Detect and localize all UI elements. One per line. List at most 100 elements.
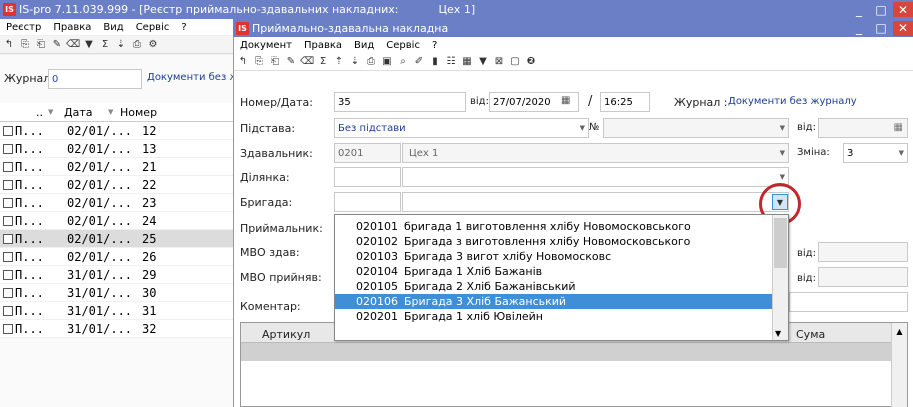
- menu-view[interactable]: Вид: [348, 40, 380, 51]
- calc-icon[interactable]: Σ: [316, 55, 330, 69]
- menu-help[interactable]: ?: [426, 40, 443, 51]
- table-row[interactable]: П... 31/01/... 31: [0, 302, 233, 320]
- checkbox[interactable]: [3, 323, 13, 334]
- save-icon[interactable]: ▣: [380, 55, 394, 69]
- checkbox[interactable]: [3, 143, 13, 154]
- dropdown-scrollbar[interactable]: ▼: [772, 215, 788, 340]
- number-field[interactable]: 35: [334, 92, 466, 112]
- edit-doc-icon[interactable]: ✎: [50, 38, 64, 52]
- brigade-option[interactable]: 020103 Бригада 3 вигот хлібу Новомосковс: [335, 249, 772, 264]
- table-row[interactable]: П... 02/01/... 26: [0, 248, 233, 266]
- dropdown-scroll-thumb[interactable]: [774, 218, 787, 268]
- calendar-icon[interactable]: ▦: [561, 95, 570, 106]
- inner-minimize-button[interactable]: _: [849, 21, 869, 36]
- checkbox[interactable]: [3, 305, 13, 316]
- sender-name-select[interactable]: Цех 1 ▼: [402, 143, 789, 163]
- section-code-field[interactable]: [334, 167, 401, 187]
- checkbox[interactable]: [3, 287, 13, 298]
- sender-code-field[interactable]: 0201: [334, 143, 401, 163]
- print-icon[interactable]: ⎙: [130, 38, 144, 52]
- checkbox[interactable]: [3, 215, 13, 226]
- menu-view[interactable]: Вид: [97, 22, 129, 33]
- copy-doc-icon[interactable]: ⎗: [34, 38, 48, 52]
- checkbox[interactable]: [3, 197, 13, 208]
- menu-service[interactable]: Сервіс: [130, 22, 176, 33]
- col-article-header[interactable]: Артикул: [262, 328, 310, 341]
- window-icon[interactable]: ▢: [508, 55, 522, 69]
- brigade-option[interactable]: 020104 Бригада 1 Хліб Бажанів: [335, 264, 772, 279]
- tree-icon[interactable]: ☷: [444, 55, 458, 69]
- menu-edit[interactable]: Правка: [298, 40, 348, 51]
- calendar-icon[interactable]: ▦: [894, 122, 903, 133]
- brigade-option[interactable]: 020201 Бригада 1 хліб Ювілейн: [335, 309, 772, 324]
- basis-date-field[interactable]: ▦: [818, 118, 908, 138]
- print-icon[interactable]: ⎙: [364, 55, 378, 69]
- section-name-select[interactable]: ▼: [402, 167, 789, 187]
- brigade-name-select[interactable]: [402, 192, 789, 212]
- table-row[interactable]: [241, 343, 891, 361]
- table-row[interactable]: П... 31/01/... 29: [0, 266, 233, 284]
- scroll-up-icon[interactable]: ▲: [892, 327, 907, 336]
- shift-select[interactable]: 3 ▼: [843, 143, 908, 163]
- checkbox[interactable]: [3, 233, 13, 244]
- marker-icon[interactable]: ✐: [412, 55, 426, 69]
- chart-icon[interactable]: ▮: [428, 55, 442, 69]
- inner-close-button[interactable]: ✕: [893, 20, 913, 36]
- outer-minimize-button[interactable]: _: [849, 2, 869, 17]
- mvo-sender-date-field[interactable]: [818, 242, 908, 262]
- checkbox[interactable]: [3, 125, 13, 136]
- table-row[interactable]: П... 31/01/... 30: [0, 284, 233, 302]
- checkbox[interactable]: [3, 179, 13, 190]
- insert-row-icon[interactable]: ⎘: [252, 55, 266, 69]
- add-row-icon[interactable]: ↰: [236, 55, 250, 69]
- checkbox[interactable]: [3, 161, 13, 172]
- new-doc-icon[interactable]: ⎘: [18, 38, 32, 52]
- table-row[interactable]: П... 02/01/... 22: [0, 176, 233, 194]
- edit-row-icon[interactable]: ✎: [284, 55, 298, 69]
- table-row[interactable]: П... 02/01/... 12: [0, 122, 233, 140]
- col-sum-header[interactable]: Сума: [796, 328, 825, 341]
- import-icon[interactable]: ⇣: [348, 55, 362, 69]
- basis-select[interactable]: Без підстави ▼: [334, 118, 589, 138]
- table-row[interactable]: П... 02/01/... 13: [0, 140, 233, 158]
- brigade-option[interactable]: 020102 Бригада з виготовлення хлібу Новом…: [335, 234, 772, 249]
- checkbox[interactable]: [3, 251, 13, 262]
- brigade-option[interactable]: 020106 Бригада 3 Хліб Бажанський: [335, 294, 772, 309]
- col-number-header[interactable]: Номер: [108, 106, 157, 119]
- outer-titlebar[interactable]: IS IS-pro 7.11.039.999 - [Реєстр приймал…: [0, 0, 913, 19]
- menu-help[interactable]: ?: [175, 22, 192, 33]
- scroll-down-icon[interactable]: ▼: [775, 329, 781, 338]
- brigade-code-field[interactable]: [334, 192, 401, 212]
- basis-number-select[interactable]: ▼: [603, 118, 789, 138]
- comment-field[interactable]: [789, 292, 908, 312]
- outer-maximize-button[interactable]: □: [871, 2, 891, 17]
- settings-icon[interactable]: ⚙: [146, 38, 160, 52]
- delete-doc-icon[interactable]: ⌫: [66, 38, 80, 52]
- open-icon[interactable]: ↰: [2, 38, 16, 52]
- table-row[interactable]: П... 02/01/... 23: [0, 194, 233, 212]
- brigade-option[interactable]: 020105 Бригада 2 Хліб Бажанівський: [335, 279, 772, 294]
- outer-close-button[interactable]: ✕: [893, 2, 913, 17]
- brigade-option[interactable]: 020101 бригада 1 виготовлення хлібу Новом…: [335, 219, 772, 234]
- journal-value[interactable]: Документи без журналу: [728, 96, 857, 107]
- menu-service[interactable]: Сервіс: [380, 40, 426, 51]
- table-scrollbar[interactable]: ▲: [891, 323, 907, 407]
- export-icon[interactable]: ⇡: [332, 55, 346, 69]
- menu-document[interactable]: Документ: [234, 40, 298, 51]
- filter-icon[interactable]: ▼: [82, 38, 96, 52]
- journal-number-field[interactable]: 0: [48, 69, 142, 89]
- table-row[interactable]: П... 02/01/... 21: [0, 158, 233, 176]
- clear-filter-icon[interactable]: ⊠: [492, 55, 506, 69]
- inner-maximize-button[interactable]: □: [871, 21, 891, 36]
- copy-row-icon[interactable]: ⎗: [268, 55, 282, 69]
- search-icon[interactable]: ⌕: [396, 55, 410, 69]
- info-icon[interactable]: ❷: [524, 55, 538, 69]
- time-field[interactable]: 16:25: [600, 92, 650, 112]
- inner-titlebar[interactable]: IS Приймально-здавальна накладна _ □ ✕: [233, 19, 913, 37]
- table-row[interactable]: П... 02/01/... 25: [0, 230, 233, 248]
- mvo-receiver-date-field[interactable]: [818, 267, 908, 287]
- calc-icon[interactable]: Σ: [98, 38, 112, 52]
- grid-icon[interactable]: ▦: [460, 55, 474, 69]
- checkbox[interactable]: [3, 269, 13, 280]
- filter-icon[interactable]: ▼: [476, 55, 490, 69]
